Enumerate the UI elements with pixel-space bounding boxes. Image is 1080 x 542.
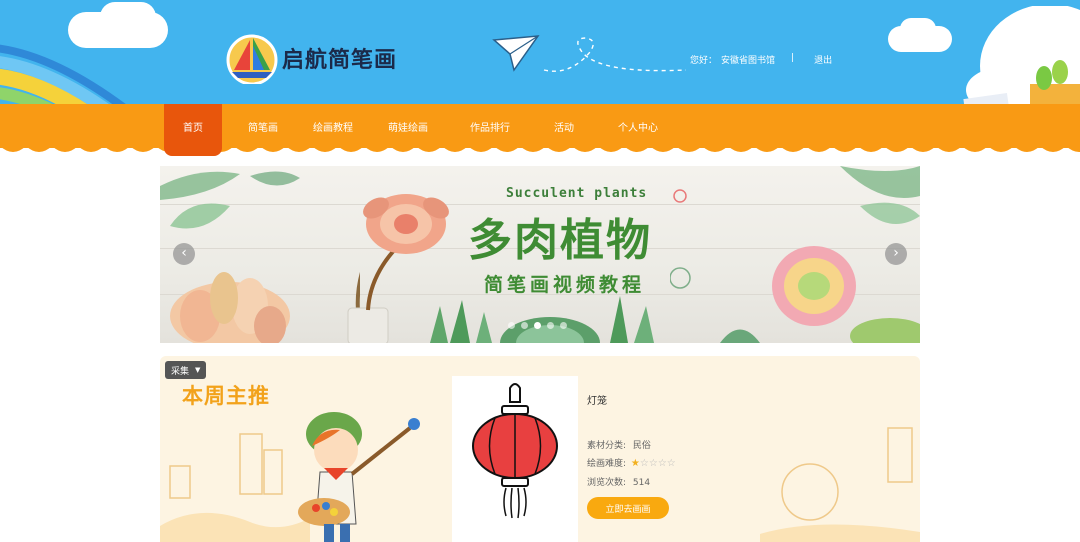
difficulty-rating: ★☆☆☆☆ bbox=[631, 458, 676, 469]
chevron-left-icon: ‹ bbox=[181, 245, 187, 261]
lantern-drawing bbox=[472, 383, 558, 519]
site-name: 启航简笔画 bbox=[282, 48, 398, 73]
nav-item[interactable]: 首页 bbox=[164, 104, 222, 156]
site-logo[interactable]: 启航简笔画 bbox=[224, 32, 397, 84]
caret-down-icon: ▼ bbox=[195, 366, 201, 374]
painter-kid-illustration bbox=[298, 412, 420, 542]
user-bar: 您好： 安徽省图书馆 | 退出 bbox=[690, 53, 832, 66]
greeting-label: 您好： bbox=[690, 56, 718, 66]
nav-item[interactable]: 萌娃绘画 bbox=[362, 104, 454, 148]
chevron-right-icon: › bbox=[893, 245, 899, 261]
category-value: 民俗 bbox=[632, 441, 651, 451]
pagination-dot[interactable] bbox=[508, 322, 515, 329]
start-drawing-button[interactable]: 立即去画画 bbox=[587, 497, 669, 519]
category-row: 素材分类: 民俗 bbox=[587, 438, 651, 451]
work-thumbnail[interactable] bbox=[452, 376, 578, 542]
town-background-right bbox=[760, 427, 920, 542]
right-corner-decoration bbox=[963, 6, 1080, 106]
sailboat-logo-icon bbox=[226, 34, 278, 84]
pagination-dot[interactable] bbox=[547, 322, 554, 329]
nav-item[interactable]: 个人中心 bbox=[602, 104, 674, 148]
banner-carousel[interactable]: Succulent plants 多肉植物 简笔画视频教程 ‹ › bbox=[160, 166, 920, 343]
user-bar-separator: | bbox=[791, 53, 795, 63]
banner-english-title: Succulent plants bbox=[506, 186, 648, 201]
banner-next-button[interactable]: › bbox=[885, 243, 907, 265]
nav-item[interactable]: 绘画教程 bbox=[304, 104, 362, 148]
star-icon: ☆ bbox=[657, 458, 667, 469]
category-label: 素材分类: bbox=[587, 441, 627, 451]
star-icon: ☆ bbox=[666, 458, 676, 469]
paper-plane-decoration bbox=[492, 35, 687, 72]
difficulty-label: 绘画难度: bbox=[587, 459, 627, 469]
nav-item[interactable]: 活动 bbox=[526, 104, 602, 148]
main-nav: 首页 简笔画 绘画教程 萌娃绘画 作品排行 活动 个人中心 bbox=[164, 104, 674, 156]
logout-link[interactable]: 退出 bbox=[814, 53, 832, 66]
user-name-link[interactable]: 安徽省图书馆 bbox=[721, 53, 775, 66]
decorative-circles bbox=[670, 189, 691, 289]
views-label: 浏览次数: bbox=[587, 478, 627, 488]
nav-item[interactable]: 作品排行 bbox=[454, 104, 526, 148]
header: 启航简笔画 您好： 安徽省图书馆 | 退出 bbox=[0, 0, 1080, 106]
banner-subtitle: 简笔画视频教程 bbox=[484, 274, 646, 296]
difficulty-row: 绘画难度: ★☆☆☆☆ bbox=[587, 456, 676, 469]
collect-button[interactable]: 采集 ▼ bbox=[165, 361, 207, 379]
banner-prev-button[interactable]: ‹ bbox=[173, 243, 195, 265]
featured-section: 采集 ▼ 本周主推 灯笼 素材分类: 民俗 绘画难度: ★☆☆☆☆ 浏览次数: … bbox=[160, 356, 920, 542]
banner-title: 多肉植物 bbox=[468, 215, 652, 266]
town-background-left bbox=[160, 433, 310, 542]
pagination-dot[interactable] bbox=[521, 322, 528, 329]
star-icon: ☆ bbox=[648, 458, 658, 469]
pagination-dot[interactable] bbox=[534, 322, 541, 329]
views-row: 浏览次数: 514 bbox=[587, 475, 650, 488]
star-icon: ★ bbox=[630, 458, 640, 469]
rainbow-decoration bbox=[0, 44, 129, 106]
nav-item[interactable]: 简笔画 bbox=[222, 104, 304, 148]
views-value: 514 bbox=[632, 478, 651, 488]
section-title: 本周主推 bbox=[182, 384, 270, 408]
work-title: 灯笼 bbox=[587, 396, 607, 407]
star-icon: ☆ bbox=[639, 458, 649, 469]
pagination-dot[interactable] bbox=[560, 322, 567, 329]
page: 启航简笔画 您好： 安徽省图书馆 | 退出 首页 简笔画 绘画教程 萌娃绘画 作品排行活… bbox=[0, 0, 1080, 542]
collect-label: 采集 bbox=[171, 366, 190, 377]
banner-pagination bbox=[508, 322, 567, 329]
